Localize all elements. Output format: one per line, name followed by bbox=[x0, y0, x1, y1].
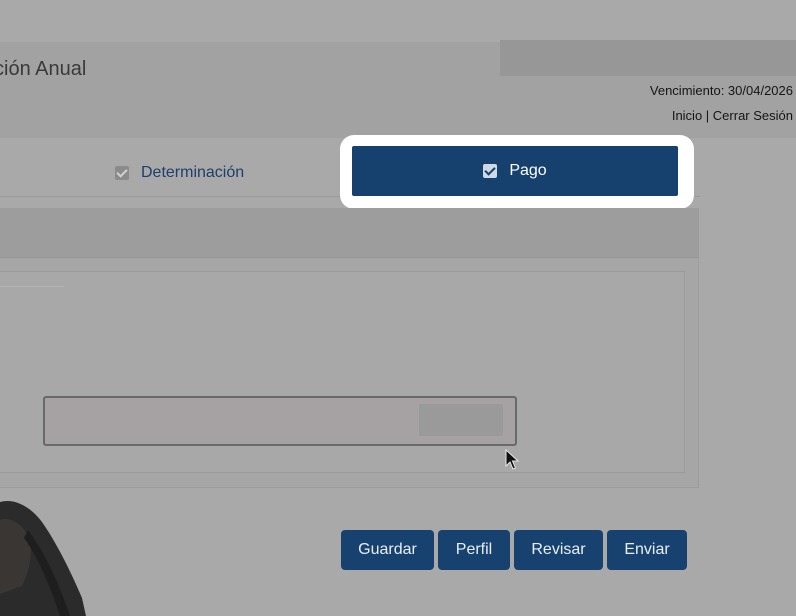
home-link[interactable]: Inicio bbox=[672, 108, 702, 123]
field-obscured-block bbox=[419, 404, 503, 436]
content-panel bbox=[0, 208, 699, 488]
profile-button[interactable]: Perfil bbox=[438, 530, 510, 570]
review-button[interactable]: Revisar bbox=[514, 530, 603, 570]
payment-field[interactable] bbox=[43, 396, 517, 446]
send-button[interactable]: Enviar bbox=[607, 530, 687, 570]
checkbox-checked-icon bbox=[483, 164, 498, 178]
top-links: Inicio | Cerrar Sesión bbox=[672, 108, 793, 123]
tab-pago-label: Pago bbox=[509, 162, 547, 179]
mouse-pointer-icon bbox=[505, 449, 519, 470]
checkbox-checked-icon bbox=[115, 166, 129, 180]
page-title: ción Anual bbox=[0, 58, 87, 80]
tab-determinacion[interactable]: Determinación bbox=[115, 160, 244, 186]
presenter-figure bbox=[0, 500, 86, 616]
save-button[interactable]: Guardar bbox=[341, 530, 434, 570]
logout-link[interactable]: Cerrar Sesión bbox=[713, 108, 793, 123]
link-separator: | bbox=[702, 108, 713, 123]
panel-header bbox=[0, 209, 698, 258]
section-underline bbox=[0, 286, 64, 287]
inner-form-box bbox=[0, 271, 685, 473]
tab-pago[interactable]: Pago bbox=[352, 146, 678, 196]
tab-determinacion-label: Determinación bbox=[141, 164, 245, 181]
header-obscured-block bbox=[500, 40, 796, 76]
due-date-label: Vencimiento: 30/04/2026 bbox=[649, 83, 793, 98]
